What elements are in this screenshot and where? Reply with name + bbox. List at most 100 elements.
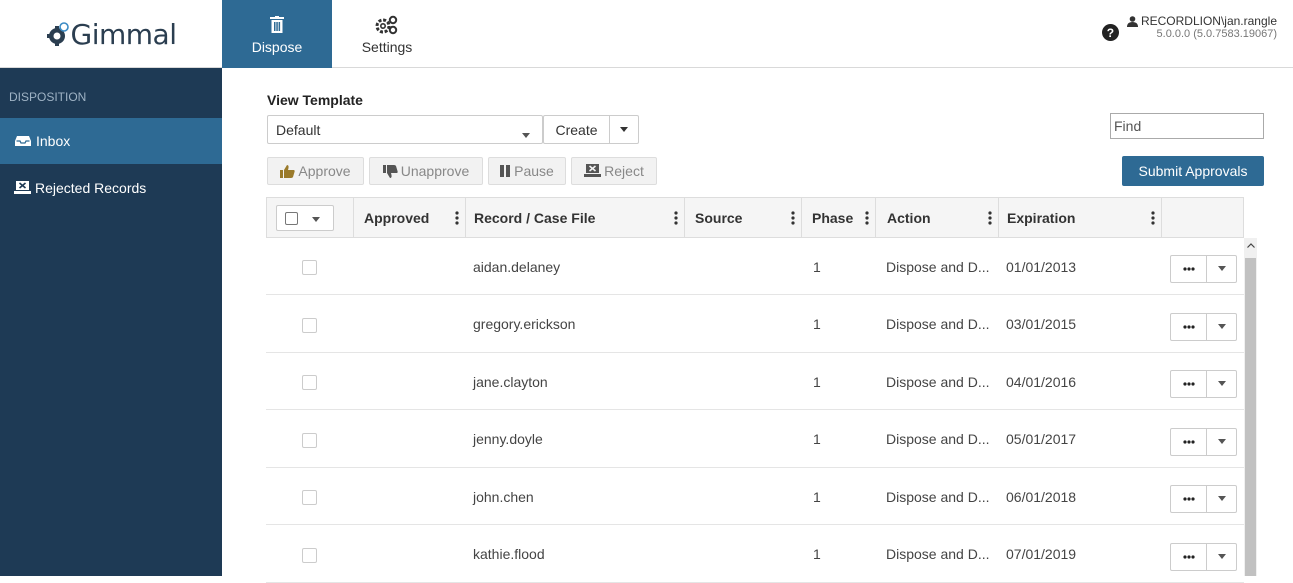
- record-cell[interactable]: gregory.erickson: [473, 296, 575, 353]
- unapprove-button[interactable]: Unapprove: [369, 157, 483, 185]
- column-header-action[interactable]: Action: [876, 198, 999, 237]
- inbox-icon: [15, 136, 31, 146]
- row-actions: [1170, 370, 1237, 398]
- header-select-cell: [267, 198, 354, 237]
- more-options-icon[interactable]: [1171, 543, 1207, 570]
- column-header-record[interactable]: Record / Case File: [466, 198, 685, 237]
- top-bar: Gimmal Dispose Settings ? RECORDLION\jan…: [0, 0, 1293, 68]
- scroll-thumb[interactable]: [1245, 258, 1256, 576]
- main-content: View Template Default Create Approve Una…: [222, 68, 1293, 583]
- expiration-cell: 01/01/2013: [1006, 258, 1077, 275]
- more-options-icon[interactable]: [1171, 428, 1207, 455]
- expiration-cell: 06/01/2018: [1006, 488, 1077, 505]
- record-cell[interactable]: kathie.flood: [473, 526, 545, 583]
- gears-icon: [375, 14, 399, 36]
- pause-button[interactable]: Pause: [488, 157, 566, 185]
- row-checkbox[interactable]: [302, 317, 317, 333]
- row-checkbox[interactable]: [302, 260, 317, 275]
- row-checkbox[interactable]: [302, 547, 317, 563]
- record-cell[interactable]: aidan.delaney: [473, 238, 560, 295]
- find-input[interactable]: [1110, 113, 1264, 139]
- record-cell[interactable]: jenny.doyle: [473, 411, 543, 468]
- reject-icon: [584, 164, 602, 177]
- select-all-checkbox[interactable]: [285, 211, 298, 225]
- column-header-phase[interactable]: Phase: [802, 198, 876, 237]
- version-text: 5.0.0.0 (5.0.7583.19067): [1156, 28, 1277, 40]
- expiration-cell: 03/01/2015: [1006, 316, 1077, 332]
- sidebar-item-label: Inbox: [36, 133, 71, 149]
- column-menu-icon[interactable]: [674, 211, 678, 228]
- action-cell: Dispose and D...: [886, 373, 990, 390]
- records-grid: Approved Record / Case File Source Phase…: [266, 197, 1244, 583]
- more-options-icon[interactable]: [1171, 371, 1207, 397]
- chevron-down-icon[interactable]: [1207, 544, 1236, 570]
- expiration-cell: 05/01/2017: [1006, 431, 1077, 447]
- chevron-down-icon[interactable]: [1207, 486, 1236, 512]
- row-checkbox[interactable]: [302, 375, 317, 390]
- template-select[interactable]: Default: [267, 115, 543, 144]
- table-row: jenny.doyle 1 Dispose and D... 05/01/201…: [266, 411, 1244, 468]
- submit-approvals-button[interactable]: Submit Approvals: [1122, 156, 1264, 186]
- grid-scrollbar[interactable]: [1244, 238, 1257, 576]
- column-header-label: Source: [695, 209, 743, 226]
- sidebar-item-label: Rejected Records: [35, 180, 147, 196]
- phase-cell: 1: [813, 316, 821, 332]
- column-menu-icon[interactable]: [791, 211, 795, 228]
- help-icon[interactable]: ?: [1101, 24, 1119, 41]
- approve-button[interactable]: Approve: [267, 157, 364, 185]
- column-header-expiration[interactable]: Expiration: [999, 198, 1162, 237]
- grid-header: Approved Record / Case File Source Phase…: [266, 197, 1244, 238]
- gimmal-logo[interactable]: Gimmal: [0, 0, 222, 68]
- user-info: RECORDLION\jan.rangle 5.0.0.0 (5.0.7583.…: [1126, 14, 1277, 40]
- sidebar-item-inbox[interactable]: Inbox: [0, 118, 222, 164]
- chevron-down-icon[interactable]: [1207, 429, 1236, 455]
- chevron-down-icon[interactable]: [1207, 314, 1236, 340]
- column-header-source[interactable]: Source: [685, 198, 802, 237]
- row-checkbox[interactable]: [302, 432, 317, 448]
- user-menu[interactable]: RECORDLION\jan.rangle: [1126, 14, 1277, 28]
- reject-icon: [14, 181, 31, 194]
- pause-icon: [500, 165, 511, 177]
- trash-icon: [270, 14, 284, 36]
- sidebar-item-rejected-records[interactable]: Rejected Records: [0, 165, 222, 211]
- template-value: Default: [276, 121, 321, 138]
- column-menu-icon[interactable]: [988, 211, 992, 228]
- action-cell: Dispose and D...: [886, 488, 990, 505]
- column-header-label: Action: [887, 209, 931, 226]
- scroll-up-icon[interactable]: [1245, 240, 1256, 250]
- thumbs-down-icon: [382, 164, 398, 178]
- column-menu-icon[interactable]: [865, 211, 869, 228]
- tab-settings[interactable]: Settings: [332, 0, 442, 68]
- record-cell[interactable]: john.chen: [473, 468, 534, 525]
- table-row: john.chen 1 Dispose and D... 06/01/2018: [266, 468, 1244, 525]
- thumbs-up-icon: [280, 164, 296, 178]
- row-actions: [1170, 312, 1237, 341]
- more-options-icon[interactable]: [1171, 313, 1207, 340]
- chevron-down-icon[interactable]: [1207, 371, 1236, 397]
- expiration-cell: 04/01/2016: [1006, 373, 1077, 390]
- record-cell[interactable]: jane.clayton: [473, 353, 548, 410]
- logo-text: Gimmal: [70, 17, 177, 51]
- tab-dispose[interactable]: Dispose: [222, 0, 332, 68]
- phase-cell: 1: [813, 258, 821, 275]
- row-checkbox[interactable]: [302, 490, 317, 505]
- chevron-down-icon: [522, 126, 530, 142]
- reject-button[interactable]: Reject: [571, 157, 657, 185]
- tab-dispose-label: Dispose: [251, 38, 303, 55]
- create-button[interactable]: Create: [543, 115, 639, 144]
- chevron-down-icon[interactable]: [1207, 256, 1236, 282]
- user-icon: [1126, 15, 1138, 27]
- more-options-icon[interactable]: [1171, 256, 1207, 282]
- table-row: gregory.erickson 1 Dispose and D... 03/0…: [266, 296, 1244, 353]
- chevron-down-icon[interactable]: [312, 210, 320, 226]
- column-header-approved[interactable]: Approved: [354, 198, 466, 237]
- phase-cell: 1: [813, 373, 821, 390]
- create-dropdown-icon[interactable]: [610, 126, 638, 133]
- select-all-control[interactable]: [276, 205, 334, 231]
- row-actions: [1170, 485, 1237, 513]
- phase-cell: 1: [813, 546, 821, 562]
- column-menu-icon[interactable]: [1151, 211, 1155, 228]
- column-menu-icon[interactable]: [455, 211, 459, 228]
- column-header-label: Record / Case File: [474, 209, 596, 226]
- more-options-icon[interactable]: [1171, 486, 1207, 512]
